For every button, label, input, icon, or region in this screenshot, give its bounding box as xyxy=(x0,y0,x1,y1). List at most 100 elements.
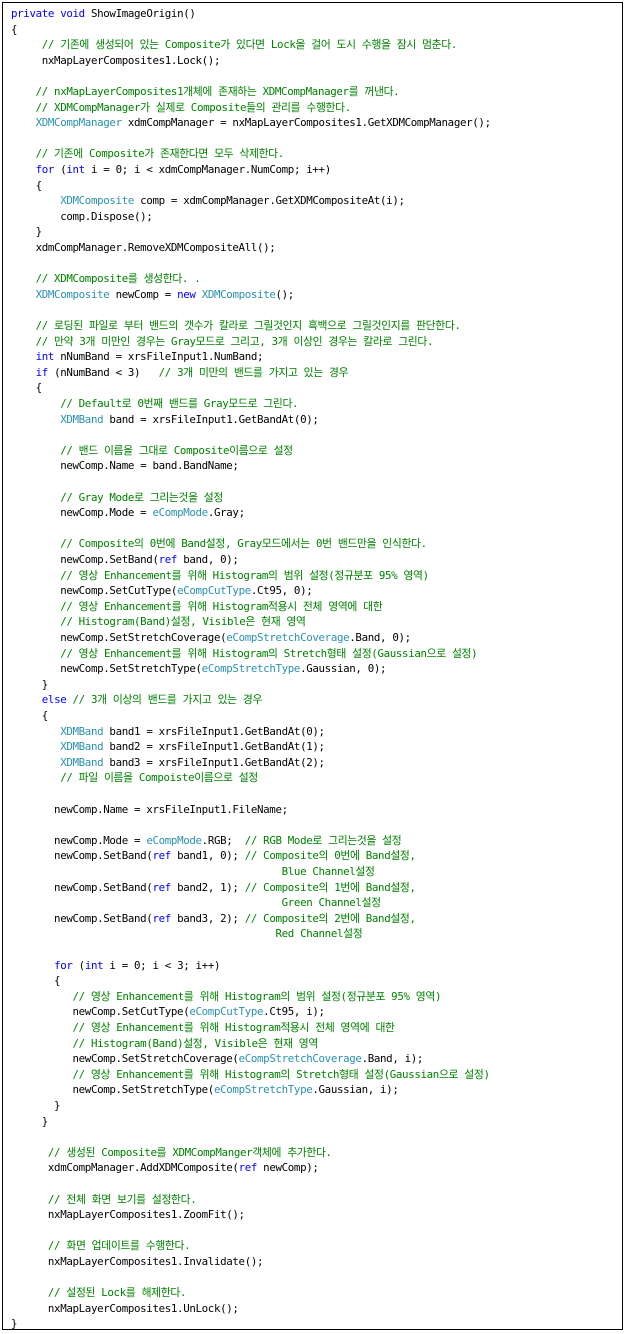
code-text: newComp.SetStretchCoverage( xyxy=(11,1052,239,1066)
code-line: // 밴드 이름을 그대로 Composite이름으로 설정 xyxy=(11,443,293,459)
code-line: else // 3개 이상의 밴드를 가지고 있는 경우 xyxy=(11,692,263,708)
code-text: band2, 1); xyxy=(170,880,245,894)
code-keyword: ref xyxy=(152,880,171,894)
code-line: // 설정된 Lock를 해제한다. xyxy=(11,1285,187,1301)
code-line: int nNumBand = xrsFileInput1.NumBand; xyxy=(11,349,264,365)
code-text: nNumBand = xrsFileInput1.NumBand; xyxy=(54,350,264,364)
code-comment: // 만약 3개 미만인 경우는 Gray모드로 그리고, 3개 이상인 경우는… xyxy=(35,334,434,348)
code-line: nxMapLayerComposites1.Lock(); xyxy=(11,53,221,69)
code-comment: // 전체 화면 보기를 설정한다. xyxy=(47,1192,197,1206)
code-line: newComp.SetStretchCoverage(eCompStretchC… xyxy=(11,1051,424,1067)
code-line: XDMComposite comp = xdmCompManager.GetXD… xyxy=(11,193,405,209)
code-line: comp.Dispose(); xyxy=(11,209,153,225)
code-keyword: for xyxy=(35,163,55,176)
code-comment: Red Channel설정 xyxy=(275,927,363,941)
code-text: newComp.Name = xrsFileInput1.FileName; xyxy=(11,802,288,816)
code-comment: // 영상 Enhancement를 위해 Histogram적용시 전체 영역… xyxy=(72,1021,395,1034)
code-line: for (int i = 0; i < xdmCompManager.NumCo… xyxy=(11,162,332,178)
code-comment: // nxMapLayerComposites1개체에 존재하는 XDMComp… xyxy=(35,85,400,98)
code-comment: Blue Channel설정 xyxy=(281,865,375,878)
code-text: .Gaussian, 0); xyxy=(300,662,387,676)
code-keyword: for xyxy=(54,958,73,972)
code-text: ( xyxy=(54,163,67,176)
code-text: { xyxy=(11,709,49,722)
code-comment: // Composite의 1번에 Band설정, xyxy=(244,880,416,894)
code-text: xdmCompManager.RemoveXDMCompositeAll(); xyxy=(11,241,276,254)
code-line: } xyxy=(11,1098,61,1114)
code-text: newComp.SetBand( xyxy=(11,911,153,925)
code-text: (nNumBand < 3) xyxy=(47,365,159,379)
code-line: xdmCompManager.RemoveXDMCompositeAll(); xyxy=(11,240,276,256)
code-lines: private void ShowImageOrigin(){ // 기존에 생… xyxy=(3,3,622,1332)
code-line: if (nNumBand < 3) // 3개 미만의 밴드를 가지고 있는 경… xyxy=(11,365,349,381)
code-line: // Default로 0번째 밴드를 Gray모드로 그린다. xyxy=(11,396,298,412)
code-line: Blue Channel설정 xyxy=(11,864,375,880)
code-line: { xyxy=(11,973,61,989)
code-line: } xyxy=(11,1316,18,1332)
code-comment: // 밴드 이름을 그대로 Composite이름으로 설정 xyxy=(60,443,293,457)
code-line: newComp.SetStretchCoverage(eCompStretchC… xyxy=(11,630,411,646)
code-line: // XDMCompManager가 실제로 Composite들의 관리를 수… xyxy=(11,100,352,116)
code-line: { xyxy=(11,178,43,194)
code-comment: // Composite의 0번에 Band설정, xyxy=(244,849,416,863)
code-keyword: else xyxy=(41,693,67,707)
code-comment: // 영상 Enhancement를 위해 Histogram의 Stretch… xyxy=(60,646,478,660)
code-comment: // Composite의 2번에 Band설정, xyxy=(244,911,416,925)
code-comment: // Histogram(Band)설정, Visible은 현재 영역 xyxy=(60,615,306,629)
code-comment: // 기존에 생성되어 있는 Composite가 있다면 Lock을 걸어 도… xyxy=(41,38,458,52)
code-text: newComp.Mode = xyxy=(11,506,153,520)
code-type-name: eCompMode xyxy=(146,833,202,847)
code-text: .Band, 0); xyxy=(349,631,411,644)
code-type-name: eCompStretchCoverage xyxy=(238,1052,362,1066)
code-line: // 영상 Enhancement를 위해 Histogram적용시 전체 영역… xyxy=(11,1020,395,1036)
code-text: .Ct95, i); xyxy=(263,1005,325,1019)
code-keyword: if xyxy=(35,365,49,379)
code-line: newComp.Mode = eCompMode.RGB; // RGB Mod… xyxy=(11,833,402,849)
code-line: { xyxy=(11,22,18,38)
code-line: { xyxy=(11,708,49,724)
code-text: (); xyxy=(275,287,295,301)
code-text: newComp.SetStretchType( xyxy=(11,1083,215,1097)
code-line: newComp.SetCutType(eCompCutType.Ct95, i)… xyxy=(11,1004,326,1020)
code-comment: // 화면 업데이트를 수행한다. xyxy=(47,1239,191,1253)
code-line: xdmCompManager.AddXDMComposite(ref newCo… xyxy=(11,1160,319,1176)
code-line: nxMapLayerComposites1.ZoomFit(); xyxy=(11,1207,245,1223)
code-comment: // XDMComposite를 생성한다. . xyxy=(35,272,201,286)
code-comment: // 영상 Enhancement를 위해 Histogram의 범위 설정(정… xyxy=(60,568,429,582)
code-comment: // 생성된 Composite를 XDMCompManger객체에 추가한다. xyxy=(47,1145,332,1159)
code-text: newComp.Name = band.BandName; xyxy=(11,459,239,473)
code-line: for (int i = 0; i < 3; i++) xyxy=(11,958,220,974)
code-keyword: ref xyxy=(238,1161,258,1175)
code-keyword: ref xyxy=(152,849,171,863)
code-line: // 영상 Enhancement를 위해 Histogram의 Stretch… xyxy=(11,1067,490,1083)
code-text: xdmCompManager = nxMapLayerComposites1.G… xyxy=(121,116,491,130)
code-line: XDMBand band1 = xrsFileInput1.GetBandAt(… xyxy=(11,724,325,740)
code-type-name: eCompStretchType xyxy=(201,662,301,676)
code-type-name: XDMCompManager xyxy=(35,116,122,130)
code-line: newComp.SetStretchType(eCompStretchType.… xyxy=(11,1082,399,1098)
code-line: newComp.Name = band.BandName; xyxy=(11,458,239,474)
code-type-name: XDMComposite xyxy=(201,287,276,301)
code-line: } xyxy=(11,677,49,693)
code-line: // 기존에 Composite가 존재한다면 모두 삭제한다. xyxy=(11,146,285,162)
code-comment: // Default로 0번째 밴드를 Gray모드로 그린다. xyxy=(60,397,299,410)
code-type-name: XDMBand xyxy=(60,412,104,426)
code-text: nxMapLayerComposites1.Invalidate(); xyxy=(11,1255,264,1268)
code-comment: // 기존에 Composite가 존재한다면 모두 삭제한다. xyxy=(35,147,285,161)
